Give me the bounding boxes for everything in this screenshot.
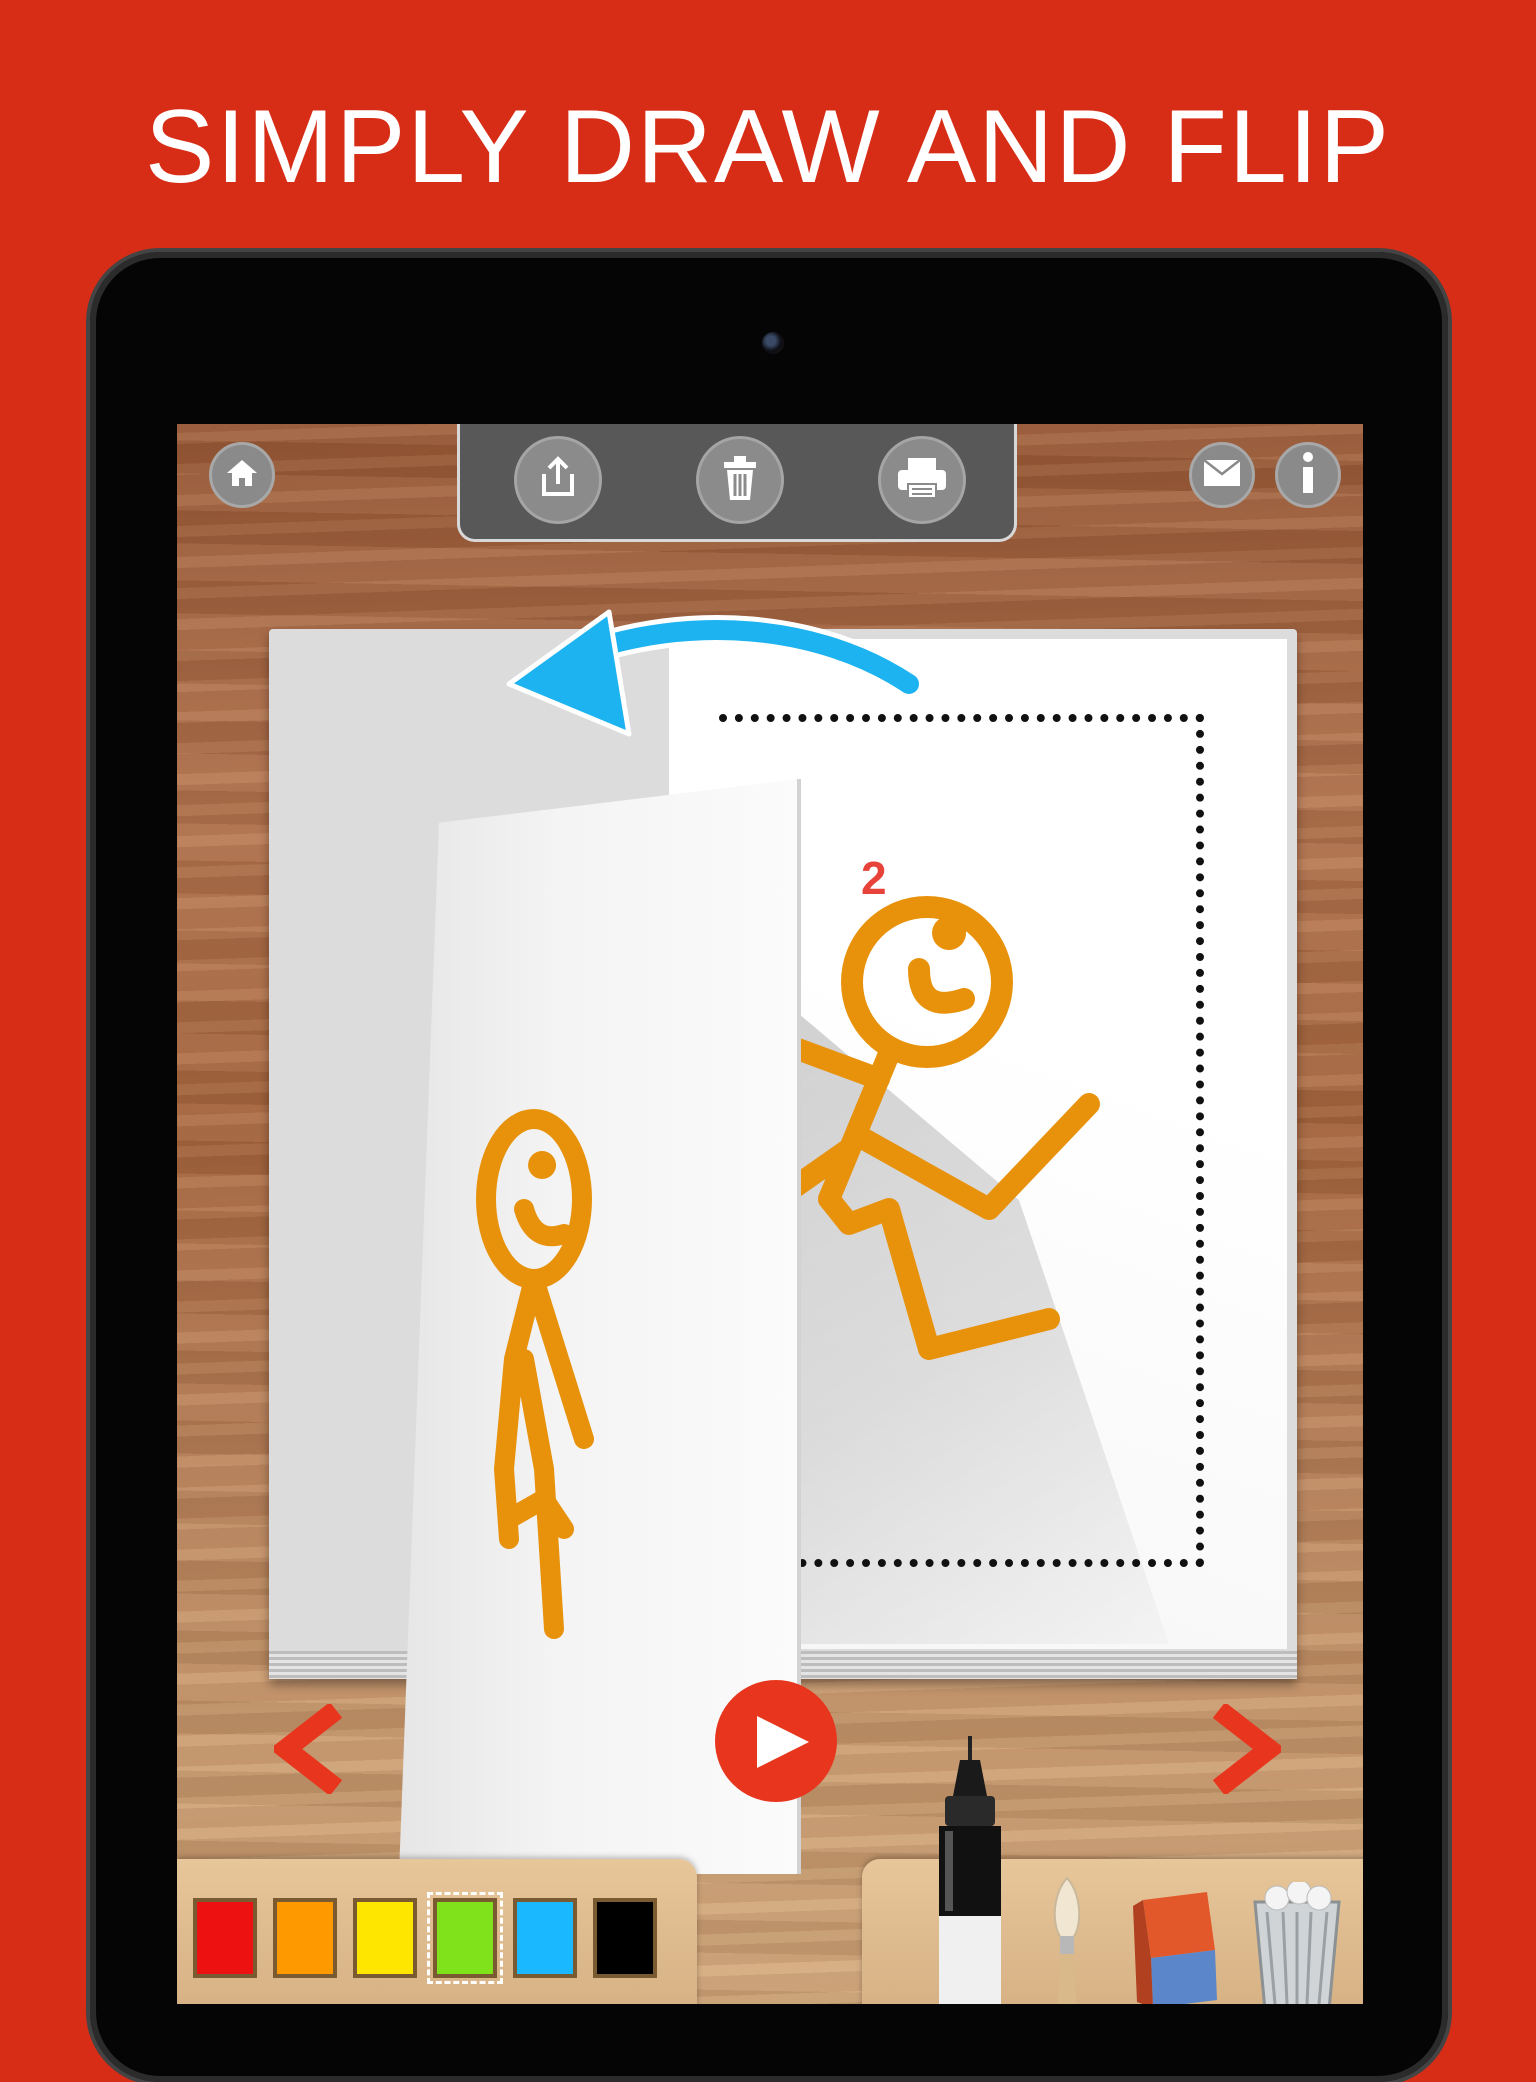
print-icon xyxy=(894,454,950,506)
marker-tool[interactable] xyxy=(925,1736,1015,2004)
page-number: 2 xyxy=(861,852,887,904)
clear-bin-tool[interactable] xyxy=(1247,1879,1347,2004)
previous-page-drawing xyxy=(476,1109,594,1639)
eraser-icon xyxy=(1129,1892,1219,2004)
color-swatch-green[interactable] xyxy=(427,1892,503,1984)
flipbook: 2 xyxy=(269,609,1297,1874)
share-icon xyxy=(534,454,582,506)
info-icon xyxy=(1298,451,1318,499)
marker-pen-icon xyxy=(925,1736,1015,2004)
flip-direction-arrow xyxy=(506,609,924,737)
previous-page-button[interactable] xyxy=(269,1702,348,1796)
app-screen: 2 xyxy=(177,424,1363,2004)
color-swatch-blue[interactable] xyxy=(513,1898,577,1978)
top-toolbar xyxy=(457,424,1017,542)
trash-button[interactable] xyxy=(696,436,784,524)
brush-tool[interactable] xyxy=(1037,1874,1097,2004)
front-camera xyxy=(762,332,784,354)
next-page-button[interactable] xyxy=(1207,1702,1286,1796)
play-button[interactable] xyxy=(715,1680,837,1802)
color-swatch-yellow[interactable] xyxy=(353,1898,417,1978)
home-icon xyxy=(225,458,259,492)
mail-button[interactable] xyxy=(1189,442,1255,508)
print-button[interactable] xyxy=(878,436,966,524)
headline: SIMPLY DRAW AND FLIP xyxy=(145,89,1391,205)
play-icon xyxy=(753,1712,813,1776)
color-swatch-orange[interactable] xyxy=(273,1898,337,1978)
trash-icon xyxy=(716,452,764,508)
color-swatch-black[interactable] xyxy=(593,1898,657,1978)
paint-brush-icon xyxy=(1037,1876,1097,2004)
mail-icon xyxy=(1203,459,1241,491)
share-button[interactable] xyxy=(514,436,602,524)
color-swatch-red[interactable] xyxy=(193,1898,257,1978)
clear-bin-icon xyxy=(1247,1879,1347,2004)
chevron-left-icon xyxy=(269,1702,348,1798)
home-button[interactable] xyxy=(209,442,275,508)
info-button[interactable] xyxy=(1275,442,1341,508)
eraser-tool[interactable] xyxy=(1129,1890,1219,2004)
chevron-right-icon xyxy=(1207,1702,1286,1798)
